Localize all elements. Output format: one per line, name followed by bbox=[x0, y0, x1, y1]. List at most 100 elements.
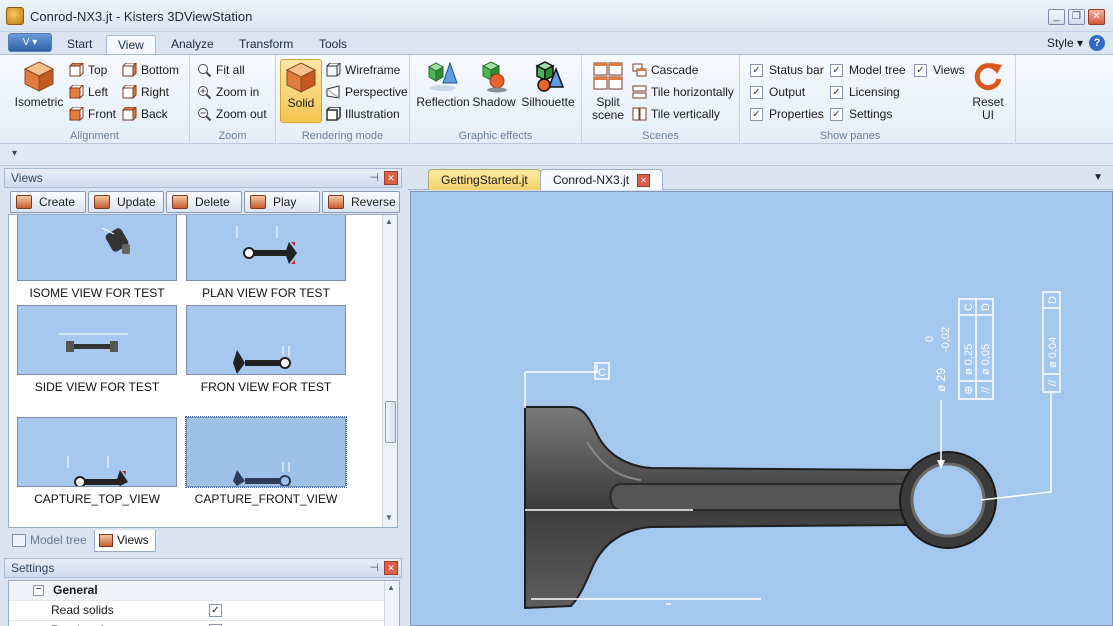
reflection-label: Reflection bbox=[416, 95, 470, 109]
left-view-button[interactable]: Left bbox=[69, 83, 108, 101]
tab-transform[interactable]: Transform bbox=[228, 35, 304, 54]
create-view-button[interactable]: Create bbox=[10, 191, 86, 213]
model-tree-checkbox[interactable]: ✓ Model tree bbox=[830, 61, 906, 79]
view-thumbnail-isome[interactable]: ISOME VIEW FOR TEST bbox=[17, 215, 177, 300]
close-settings-pane-icon[interactable]: ✕ bbox=[384, 561, 398, 575]
tab-start[interactable]: Start bbox=[56, 35, 103, 54]
right-label: Right bbox=[141, 85, 170, 99]
settings-grid: − General Read solids ✓ Read surfaces ✓ … bbox=[8, 580, 400, 626]
licensing-checkbox[interactable]: ✓ Licensing bbox=[830, 83, 900, 101]
tab-view[interactable]: View bbox=[106, 35, 156, 54]
views-thumbnail-list: ISOME VIEW FOR TEST PLAN VIEW FOR TEST S… bbox=[8, 214, 398, 528]
help-icon[interactable]: ? bbox=[1089, 35, 1105, 51]
tab-analyze[interactable]: Analyze bbox=[160, 35, 225, 54]
view-preview-image bbox=[185, 416, 347, 488]
view-thumbnail-plan[interactable]: PLAN VIEW FOR TEST bbox=[186, 215, 346, 300]
zoom-in-button[interactable]: Zoom in bbox=[197, 83, 259, 101]
reverse-views-button[interactable]: Reverse ... bbox=[322, 191, 400, 213]
views-scrollbar[interactable]: ▲ ▼ bbox=[382, 215, 397, 527]
ribbon-tab-bar: V ▾ Start View Analyze Transform Tools S… bbox=[0, 32, 1113, 54]
pin-icon[interactable]: ⊣ bbox=[369, 169, 379, 187]
setting-checkbox[interactable]: ✓ bbox=[209, 604, 222, 617]
view-thumbnail-capture-top[interactable]: CAPTURE_TOP_VIEW bbox=[17, 417, 177, 506]
settings-scrollbar[interactable]: ▲ bbox=[384, 581, 399, 626]
tile-horizontally-button[interactable]: Tile horizontally bbox=[632, 83, 734, 101]
wireframe-button[interactable]: Wireframe bbox=[326, 61, 400, 79]
views-checkbox[interactable]: ✓ Views bbox=[914, 61, 965, 79]
output-label: Output bbox=[769, 85, 806, 99]
datum-c-text: C bbox=[598, 367, 606, 379]
back-view-button[interactable]: Back bbox=[122, 105, 168, 123]
front-view-button[interactable]: Front bbox=[69, 105, 116, 123]
left-view-icon bbox=[69, 85, 84, 99]
tab-model-tree[interactable]: Model tree bbox=[8, 530, 93, 552]
settings-checkbox[interactable]: ✓ Settings bbox=[830, 105, 892, 123]
delete-view-button[interactable]: Delete bbox=[166, 191, 242, 213]
status-bar-checkbox[interactable]: ✓ Status bar bbox=[750, 61, 824, 79]
tile-vertically-button[interactable]: Tile vertically bbox=[632, 105, 720, 123]
close-views-pane-icon[interactable]: ✕ bbox=[384, 171, 398, 185]
settings-pane-header: Settings ⊣ ✕ bbox=[4, 558, 402, 578]
fit-all-button[interactable]: Fit all bbox=[197, 61, 245, 79]
feature-control-frame-2: // ø 0,04 D bbox=[1042, 291, 1061, 393]
solid-cube-icon bbox=[285, 62, 317, 93]
customize-toolbar-icon[interactable]: ▾ bbox=[12, 148, 17, 159]
reset-ui-button[interactable]: Reset UI bbox=[968, 59, 1008, 122]
view-thumbnail-side[interactable]: SIDE VIEW FOR TEST bbox=[17, 305, 177, 394]
illustration-button[interactable]: Illustration bbox=[326, 105, 400, 123]
zoom-group: Fit all Zoom in Zoom out Zoom bbox=[190, 55, 276, 145]
document-list-dropdown-icon[interactable]: ▼ bbox=[1093, 172, 1103, 183]
reflection-button[interactable]: Reflection bbox=[416, 59, 470, 109]
cascade-icon bbox=[632, 63, 647, 77]
collapse-icon[interactable]: − bbox=[33, 585, 44, 596]
top-view-button[interactable]: Top bbox=[69, 61, 107, 79]
setting-key: Read solids bbox=[51, 603, 114, 617]
viewer-area: GettingStarted.jt Conrod-NX3.jt ✕ ▼ C ø … bbox=[408, 166, 1113, 626]
left-label: Left bbox=[88, 85, 109, 99]
tab-views[interactable]: Views bbox=[94, 530, 156, 552]
restore-icon[interactable]: ❐ bbox=[1068, 9, 1085, 25]
right-view-icon bbox=[122, 85, 137, 99]
view-thumbnail-front[interactable]: FRON VIEW FOR TEST bbox=[186, 305, 346, 394]
alignment-group: Isometric Top Left Front Bottom Right Ba… bbox=[0, 55, 190, 145]
split-scene-label-2: scene bbox=[591, 108, 625, 122]
shadow-button[interactable]: Shadow bbox=[472, 59, 516, 109]
tab-tools[interactable]: Tools bbox=[308, 35, 358, 54]
perspective-button[interactable]: Perspective bbox=[326, 83, 408, 101]
play-views-button[interactable]: Play bbox=[244, 191, 320, 213]
3dviewstation-logo-icon[interactable] bbox=[6, 7, 24, 25]
application-menu-button[interactable]: V ▾ bbox=[8, 33, 52, 52]
minimize-icon[interactable]: _ bbox=[1048, 9, 1065, 25]
document-tab-conrod[interactable]: Conrod-NX3.jt ✕ bbox=[540, 169, 664, 190]
zoom-out-button[interactable]: Zoom out bbox=[197, 105, 267, 123]
scroll-up-arrow-icon[interactable]: ▲ bbox=[385, 217, 393, 226]
play-label: Play bbox=[273, 195, 297, 209]
cascade-button[interactable]: Cascade bbox=[632, 61, 698, 79]
settings-group-row[interactable]: − General bbox=[9, 581, 385, 601]
document-tab-getting-started[interactable]: GettingStarted.jt bbox=[428, 169, 541, 190]
right-view-button[interactable]: Right bbox=[122, 83, 169, 101]
shadow-icon bbox=[481, 61, 507, 93]
perspective-icon bbox=[326, 85, 340, 99]
bottom-view-button[interactable]: Bottom bbox=[122, 61, 179, 79]
isometric-button[interactable]: Isometric bbox=[12, 59, 66, 109]
split-scene-button[interactable]: Split scene bbox=[588, 59, 628, 122]
scrollbar-thumb[interactable] bbox=[385, 401, 396, 443]
close-document-icon[interactable]: ✕ bbox=[637, 174, 651, 188]
views-label: Views bbox=[933, 63, 965, 77]
properties-checkbox[interactable]: ✓ Properties bbox=[750, 105, 824, 123]
alignment-group-label: Alignment bbox=[70, 130, 119, 142]
update-view-button[interactable]: Update bbox=[88, 191, 164, 213]
output-checkbox[interactable]: ✓ Output bbox=[750, 83, 805, 101]
silhouette-button[interactable]: Silhouette bbox=[518, 59, 578, 109]
graphic-effects-group-label: Graphic effects bbox=[458, 130, 533, 142]
style-menu[interactable]: Style ▾ bbox=[1047, 36, 1083, 50]
settings-scroll-up-icon[interactable]: ▲ bbox=[387, 583, 395, 592]
view-thumbnail-capture-front[interactable]: CAPTURE_FRONT_VIEW bbox=[185, 416, 347, 506]
scroll-down-arrow-icon[interactable]: ▼ bbox=[385, 513, 393, 522]
close-icon[interactable]: ✕ bbox=[1088, 9, 1105, 25]
solid-button[interactable]: Solid bbox=[280, 59, 322, 123]
3d-viewport[interactable]: C ø 29 0 -0,02 ⊕ // ø 0,25 ø 0,05 C D //… bbox=[410, 191, 1113, 626]
pin-icon[interactable]: ⊣ bbox=[369, 559, 379, 577]
rendering-group-label: Rendering mode bbox=[301, 130, 384, 142]
